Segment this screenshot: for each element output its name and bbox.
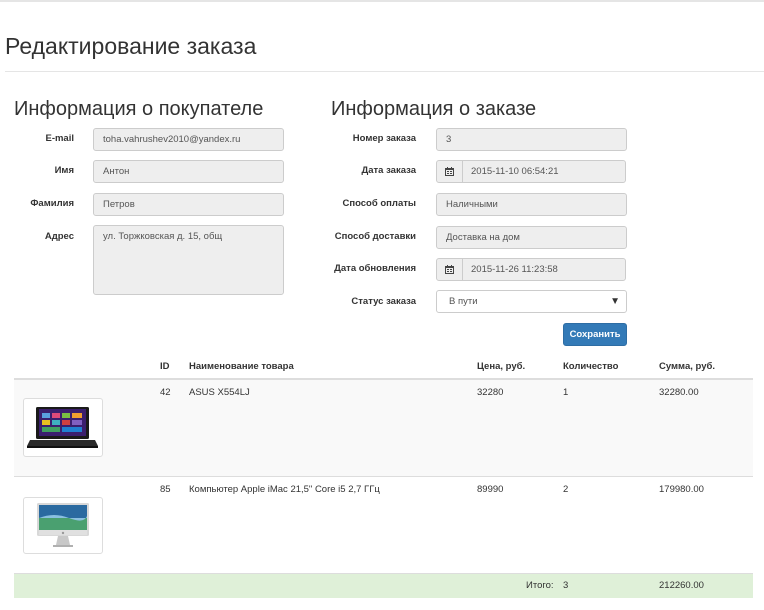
order-status-select[interactable]: В пути ▼ (436, 290, 627, 313)
delivery-method-field[interactable]: Доставка на дом (436, 226, 627, 249)
updated-date-field[interactable]: 2015-11-26 11:23:58 (436, 258, 626, 281)
column-header-quantity: Количество (563, 361, 619, 372)
order-number-field[interactable]: 3 (436, 128, 627, 151)
order-status-value: В пути (449, 296, 478, 307)
save-button[interactable]: Сохранить (563, 323, 627, 346)
product-price: 32280 (477, 387, 504, 398)
address-textarea[interactable]: ул. Торжковская д. 15, общ (93, 225, 284, 295)
caret-down-icon: ▼ (610, 296, 620, 307)
product-sum: 32280.00 (659, 387, 699, 398)
order-date-label: Дата заказа (361, 165, 416, 176)
top-divider (0, 0, 764, 2)
column-header-price: Цена, руб. (477, 361, 526, 372)
total-sum: 212260.00 (659, 580, 704, 591)
email-field[interactable]: toha.vahrushev2010@yandex.ru (93, 128, 284, 151)
column-header-name: Наименование товара (189, 361, 294, 372)
first-name-label: Имя (54, 165, 74, 176)
last-name-field[interactable]: Петров (93, 193, 284, 216)
product-id: 85 (160, 484, 171, 495)
column-header-id: ID (160, 361, 170, 372)
product-image-laptop[interactable] (23, 398, 103, 457)
product-price: 89990 (477, 484, 504, 495)
updated-date-label: Дата обновления (334, 263, 416, 274)
table-row: 42 ASUS X554LJ 32280 1 32280.00 (14, 380, 753, 477)
product-quantity: 2 (563, 484, 569, 495)
product-id: 42 (160, 387, 171, 398)
page-title: Редактирование заказа (5, 33, 257, 59)
product-image-imac[interactable] (23, 497, 103, 554)
calendar-icon[interactable] (437, 161, 463, 182)
calendar-icon[interactable] (437, 259, 463, 280)
order-date-field[interactable]: 2015-11-10 06:54:21 (436, 160, 626, 183)
order-section-title: Информация о заказе (331, 98, 537, 120)
product-name: ASUS X554LJ (189, 387, 250, 398)
product-name: Компьютер Apple iMac 21,5" Core i5 2,7 Г… (189, 484, 380, 495)
address-label: Адрес (44, 231, 74, 242)
updated-date-value: 2015-11-26 11:23:58 (471, 264, 558, 275)
table-total-row: Итого: 3 212260.00 (14, 574, 753, 598)
column-header-sum: Сумма, руб. (659, 361, 715, 372)
first-name-field[interactable]: Антон (93, 160, 284, 183)
payment-method-label: Способ оплаты (342, 198, 417, 209)
payment-method-field[interactable]: Наличными (436, 193, 627, 216)
product-sum: 179980.00 (659, 484, 704, 495)
order-status-label: Статус заказа (351, 296, 416, 307)
order-date-value: 2015-11-10 06:54:21 (471, 166, 559, 177)
customer-section-title: Информация о покупателе (14, 98, 264, 120)
last-name-label: Фамилия (30, 198, 74, 209)
email-label: E-mail (45, 133, 74, 144)
order-number-label: Номер заказа (352, 133, 416, 144)
delivery-method-label: Способ доставки (334, 231, 416, 242)
product-quantity: 1 (563, 387, 569, 398)
table-row: 85 Компьютер Apple iMac 21,5" Core i5 2,… (14, 477, 753, 574)
total-label: Итого: (526, 580, 554, 591)
total-quantity: 3 (563, 580, 569, 591)
title-divider (5, 71, 764, 72)
